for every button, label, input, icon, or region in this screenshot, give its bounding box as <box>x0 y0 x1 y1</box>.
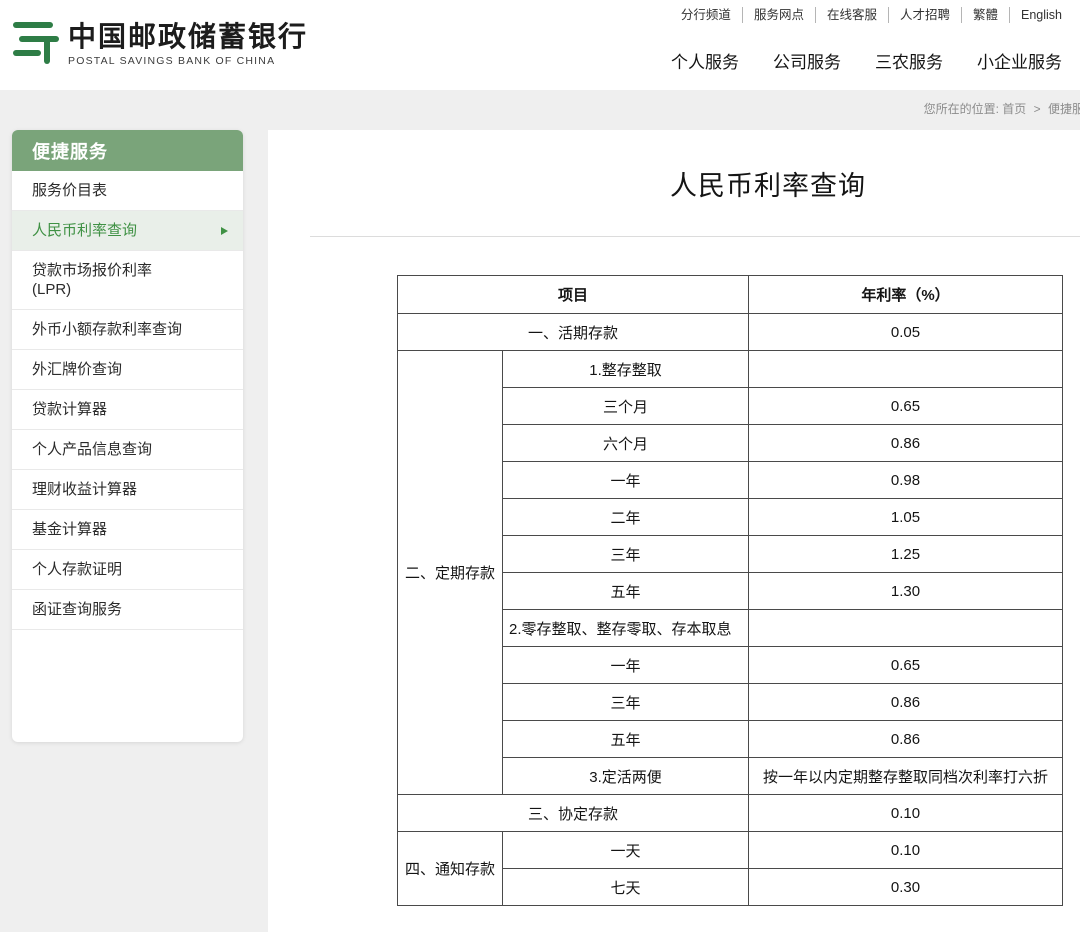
sidebar-item-rmb-rates[interactable]: 人民币利率查询 <box>12 211 243 251</box>
sidebar-item-personal-products[interactable]: 个人产品信息查询 <box>12 430 243 470</box>
top-link-branch-channel[interactable]: 分行频道 <box>670 7 742 23</box>
top-link-english[interactable]: English <box>1010 7 1062 23</box>
row-label: 三、协定存款 <box>398 795 749 832</box>
sidebar-item-label: 个人存款证明 <box>32 561 122 578</box>
row-rate: 1.05 <box>749 499 1063 536</box>
bank-name-chinese: 中国邮政储蓄银行 <box>68 21 308 53</box>
row-rate <box>749 610 1063 647</box>
sidebar-item-label: 外币小额存款利率查询 <box>32 321 182 338</box>
row-label: 1.整存整取 <box>503 351 749 388</box>
sidebar-item-label: 服务价目表 <box>32 182 107 199</box>
column-header-item: 项目 <box>398 276 749 314</box>
row-rate: 0.86 <box>749 721 1063 758</box>
row-rate: 0.65 <box>749 388 1063 425</box>
sidebar-item-label: 函证查询服务 <box>32 601 122 618</box>
sidebar-item-confirmation-service[interactable]: 函证查询服务 <box>12 590 243 630</box>
row-rate: 0.05 <box>749 314 1063 351</box>
row-rate: 1.30 <box>749 573 1063 610</box>
main-panel: 人民币利率查询 项目 年利率（%） 一、活期存款 0.05 二、定期存款 1.整… <box>268 130 1080 932</box>
row-rate: 1.25 <box>749 536 1063 573</box>
row-label: 一年 <box>503 462 749 499</box>
group-label: 二、定期存款 <box>398 351 503 795</box>
sidebar: 便捷服务 服务价目表 人民币利率查询 贷款市场报价利率 (LPR) 外币小额存款… <box>12 130 243 742</box>
breadcrumb-separator: > <box>1030 102 1045 116</box>
top-header: 中国邮政储蓄银行 POSTAL SAVINGS BANK OF CHINA 分行… <box>0 0 1080 90</box>
sidebar-item-lpr[interactable]: 贷款市场报价利率 (LPR) <box>12 251 243 310</box>
row-label: 五年 <box>503 573 749 610</box>
top-link-recruitment[interactable]: 人才招聘 <box>889 7 961 23</box>
bank-name-english: POSTAL SAVINGS BANK OF CHINA <box>68 55 308 67</box>
breadcrumb: 您所在的位置: 首页 > 便捷服务 <box>924 100 1080 117</box>
row-rate: 0.10 <box>749 832 1063 869</box>
breadcrumb-current-link[interactable]: 便捷服务 <box>1048 102 1080 116</box>
sidebar-item-label: 人民币利率查询 <box>32 222 137 239</box>
breadcrumb-prefix: 您所在的位置: <box>924 102 999 116</box>
table-row: 一、活期存款 0.05 <box>398 314 1063 351</box>
interest-rate-table: 项目 年利率（%） 一、活期存款 0.05 二、定期存款 1.整存整取 三个月 … <box>397 275 1063 906</box>
sidebar-item-label: 贷款市场报价利率 (LPR) <box>32 262 152 298</box>
bank-logo-link[interactable]: 中国邮政储蓄银行 POSTAL SAVINGS BANK OF CHINA <box>8 14 308 73</box>
active-arrow-icon <box>221 227 228 235</box>
top-link-traditional-chinese[interactable]: 繁體 <box>962 7 1009 23</box>
sidebar-item-fund-calculator[interactable]: 基金计算器 <box>12 510 243 550</box>
top-link-service-outlets[interactable]: 服务网点 <box>743 7 815 23</box>
utility-links: 分行频道 服务网点 在线客服 人才招聘 繁體 English <box>670 7 1062 23</box>
row-rate: 0.65 <box>749 647 1063 684</box>
sidebar-item-price-list[interactable]: 服务价目表 <box>12 171 243 211</box>
row-label: 2.零存整取、整存零取、存本取息 <box>503 610 749 647</box>
breadcrumb-home-link[interactable]: 首页 <box>1002 102 1026 116</box>
sidebar-item-label: 基金计算器 <box>32 521 107 538</box>
row-label: 一年 <box>503 647 749 684</box>
row-label: 三年 <box>503 684 749 721</box>
sidebar-item-label: 外汇牌价查询 <box>32 361 122 378</box>
row-rate: 0.30 <box>749 869 1063 906</box>
row-rate: 按一年以内定期整存整取同档次利率打六折 <box>749 758 1063 795</box>
row-rate: 0.86 <box>749 684 1063 721</box>
psbc-logo-icon <box>8 14 60 73</box>
primary-nav: 个人服务 公司服务 三农服务 小企业服务 <box>671 48 1062 73</box>
table-row: 二、定期存款 1.整存整取 <box>398 351 1063 388</box>
nav-corporate-services[interactable]: 公司服务 <box>773 48 841 73</box>
sidebar-item-exchange-rates[interactable]: 外汇牌价查询 <box>12 350 243 390</box>
row-label: 3.定活两便 <box>503 758 749 795</box>
sidebar-title: 便捷服务 <box>12 130 243 171</box>
sidebar-item-label: 贷款计算器 <box>32 401 107 418</box>
row-label: 六个月 <box>503 425 749 462</box>
sidebar-item-label: 理财收益计算器 <box>32 481 137 498</box>
nav-rural-services[interactable]: 三农服务 <box>875 48 943 73</box>
row-rate: 0.86 <box>749 425 1063 462</box>
row-rate <box>749 351 1063 388</box>
sidebar-item-wealth-calculator[interactable]: 理财收益计算器 <box>12 470 243 510</box>
row-label: 七天 <box>503 869 749 906</box>
top-link-online-service[interactable]: 在线客服 <box>816 7 888 23</box>
table-row: 四、通知存款 一天 0.10 <box>398 832 1063 869</box>
row-label: 一、活期存款 <box>398 314 749 351</box>
content-area: 您所在的位置: 首页 > 便捷服务 便捷服务 服务价目表 人民币利率查询 贷款市… <box>0 90 1080 932</box>
page-title: 人民币利率查询 <box>268 166 1080 206</box>
nav-personal-services[interactable]: 个人服务 <box>671 48 739 73</box>
column-header-rate: 年利率（%） <box>749 276 1063 314</box>
sidebar-item-foreign-currency-rates[interactable]: 外币小额存款利率查询 <box>12 310 243 350</box>
sidebar-item-deposit-certificate[interactable]: 个人存款证明 <box>12 550 243 590</box>
nav-small-business-services[interactable]: 小企业服务 <box>977 48 1062 73</box>
table-row: 三、协定存款 0.10 <box>398 795 1063 832</box>
row-label: 五年 <box>503 721 749 758</box>
title-divider <box>310 236 1080 237</box>
row-label: 二年 <box>503 499 749 536</box>
row-label: 一天 <box>503 832 749 869</box>
sidebar-item-loan-calculator[interactable]: 贷款计算器 <box>12 390 243 430</box>
group-label: 四、通知存款 <box>398 832 503 906</box>
table-header-row: 项目 年利率（%） <box>398 276 1063 314</box>
sidebar-item-label: 个人产品信息查询 <box>32 441 152 458</box>
row-rate: 0.10 <box>749 795 1063 832</box>
row-label: 三年 <box>503 536 749 573</box>
row-rate: 0.98 <box>749 462 1063 499</box>
row-label: 三个月 <box>503 388 749 425</box>
